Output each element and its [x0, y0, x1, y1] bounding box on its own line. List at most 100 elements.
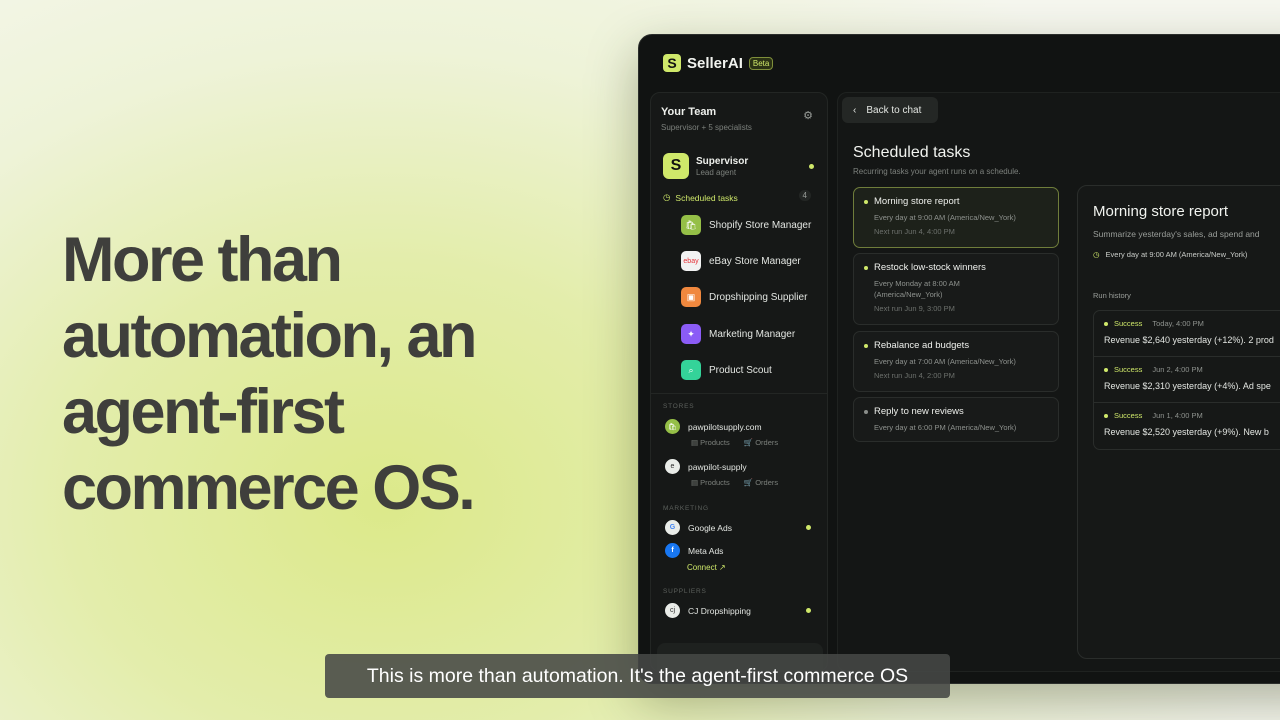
run-item[interactable]: Success Today, 4:00 PM Revenue $2,640 yes…: [1094, 311, 1280, 357]
detail-schedule-text: Every day at 9:00 AM (America/New_York): [1105, 250, 1248, 259]
specialist-label: eBay Store Manager: [709, 255, 801, 267]
megaphone-icon: ✦: [681, 324, 701, 344]
task-next-run: Next run Jun 4, 4:00 PM: [874, 227, 955, 236]
success-dot: [1104, 321, 1108, 326]
run-time: Today, 4:00 PM: [1152, 319, 1204, 328]
marketing-heading: MARKETING: [663, 505, 709, 512]
run-summary: Revenue $2,520 yesterday (+9%). New b: [1104, 427, 1269, 437]
store-name: pawpilot-supply: [688, 461, 747, 472]
specialist-product-scout[interactable]: ⌕ Product Scout: [681, 360, 772, 380]
specialist-label: Dropshipping Supplier: [709, 291, 808, 303]
run-time: Jun 1, 4:00 PM: [1152, 411, 1203, 420]
google-icon: G: [665, 520, 680, 535]
google-ads-status-dot: [806, 525, 811, 530]
specialist-label: Product Scout: [709, 364, 772, 376]
task-next-run: Next run Jun 9, 3:00 PM: [874, 304, 955, 313]
facebook-icon: f: [665, 543, 680, 558]
task-next-run: Next run Jun 4, 2:00 PM: [874, 371, 955, 380]
brand-name: SellerAI: [687, 54, 743, 72]
suppliers-heading: SUPPLIERS: [663, 588, 707, 595]
orders-link[interactable]: 🛒 Orders: [744, 438, 778, 447]
store-item[interactable]: 🛍 pawpilotsupply.com: [665, 419, 762, 434]
task-schedule: Every Monday at 8:00 AM (America/New_Yor…: [874, 279, 960, 299]
run-summary: Revenue $2,310 yesterday (+4%). Ad spe: [1104, 381, 1271, 391]
supervisor-item[interactable]: S Supervisor Lead agent: [663, 153, 748, 179]
specialist-marketing[interactable]: ✦ Marketing Manager: [681, 324, 795, 344]
detail-title: Morning store report: [1093, 203, 1229, 220]
marketing-name: Google Ads: [688, 522, 732, 533]
success-dot: [1104, 367, 1108, 372]
marketing-name: Meta Ads: [688, 545, 724, 556]
specialist-label: Marketing Manager: [709, 328, 796, 340]
detail-description: Summarize yesterday's sales, ad spend an…: [1093, 229, 1260, 239]
run-status: Success: [1114, 319, 1143, 328]
supervisor-name: Supervisor: [696, 155, 749, 167]
run-status: Success: [1114, 411, 1143, 420]
task-schedule: Every day at 7:00 AM (America/New_York): [874, 357, 1016, 366]
task-status-dot: [864, 265, 868, 270]
task-name: Morning store report: [874, 196, 960, 207]
supplier-item[interactable]: cj CJ Dropshipping: [665, 603, 751, 618]
task-card[interactable]: Reply to new reviews Every day at 6:00 P…: [853, 397, 1059, 442]
supervisor-status-dot: [809, 164, 814, 169]
store-item[interactable]: e pawpilot-supply: [665, 459, 747, 474]
ebay-icon: ebay: [681, 251, 701, 271]
task-name: Reply to new reviews: [874, 406, 964, 417]
main-panel: ‹ Back to chat Scheduled tasks Recurring…: [837, 92, 1280, 672]
marketing-item-google-ads[interactable]: G Google Ads: [665, 520, 732, 535]
specialist-dropshipping[interactable]: ▣ Dropshipping Supplier: [681, 287, 807, 307]
stores-heading: STORES: [663, 403, 695, 410]
task-name: Restock low-stock winners: [874, 262, 986, 273]
task-name: Rebalance ad budgets: [874, 340, 970, 351]
products-link[interactable]: ▤ Products: [691, 438, 730, 447]
store-links: ▤ Products 🛒 Orders: [691, 438, 778, 447]
video-caption: This is more than automation. It's the a…: [325, 654, 950, 698]
specialist-ebay[interactable]: ebay eBay Store Manager: [681, 251, 801, 271]
task-card[interactable]: Restock low-stock winners Every Monday a…: [853, 253, 1059, 325]
run-item[interactable]: Success Jun 2, 4:00 PM Revenue $2,310 yes…: [1094, 357, 1280, 403]
shopify-store-icon: 🛍: [665, 419, 680, 434]
supervisor-icon: S: [663, 153, 689, 179]
marketing-item-meta-ads[interactable]: f Meta Ads: [665, 543, 723, 558]
task-status-dot: [864, 343, 868, 348]
supplier-name: CJ Dropshipping: [688, 605, 751, 616]
clock-icon: ◷: [1093, 250, 1100, 259]
task-status-dot: [864, 199, 868, 204]
task-card[interactable]: Morning store report Every day at 9:00 A…: [853, 187, 1059, 248]
app-window: S SellerAI Beta Your Team Supervisor + 5…: [638, 34, 1280, 684]
beta-badge: Beta: [748, 56, 774, 70]
specialist-label: Shopify Store Manager: [709, 219, 812, 231]
scheduled-tasks-link[interactable]: ◷ Scheduled tasks: [663, 192, 738, 203]
products-link[interactable]: ▤ Products: [691, 478, 730, 487]
team-sidebar: Your Team Supervisor + 5 specialists ⚙ S…: [650, 92, 828, 672]
gear-icon[interactable]: ⚙: [803, 109, 813, 122]
supervisor-role: Lead agent: [696, 167, 737, 177]
run-history-label: Run history: [1093, 291, 1131, 300]
page-title: Scheduled tasks: [853, 144, 971, 161]
team-title: Your Team: [661, 106, 717, 118]
ebay-store-icon: e: [665, 459, 680, 474]
team-subtitle: Supervisor + 5 specialists: [661, 123, 752, 132]
page-subtitle: Recurring tasks your agent runs on a sch…: [853, 167, 1021, 176]
task-schedule: Every day at 6:00 PM (America/New_York): [874, 423, 1017, 432]
scheduled-tasks-count: 4: [798, 190, 811, 201]
headline: More than automation, an agent-first com…: [62, 225, 478, 523]
back-to-chat-button[interactable]: ‹ Back to chat: [842, 97, 938, 123]
cj-icon: cj: [665, 603, 680, 618]
task-schedule: Every day at 9:00 AM (America/New_York): [874, 213, 1016, 222]
run-history-list: Success Today, 4:00 PM Revenue $2,640 yes…: [1093, 310, 1280, 450]
sellerai-logo-icon: S: [663, 54, 681, 72]
success-dot: [1104, 413, 1108, 418]
orders-link[interactable]: 🛒 Orders: [744, 478, 778, 487]
task-status-dot: [864, 409, 868, 414]
box-icon: ▣: [681, 287, 701, 307]
shopify-icon: 🛍: [681, 215, 701, 235]
detail-schedule: ◷ Every day at 9:00 AM (America/New_York…: [1093, 250, 1247, 259]
store-name: pawpilotsupply.com: [688, 421, 762, 432]
task-detail-panel: Morning store report Summarize yesterday…: [1077, 185, 1280, 659]
scheduled-tasks-label: Scheduled tasks: [675, 192, 738, 203]
specialist-shopify[interactable]: 🛍 Shopify Store Manager: [681, 215, 811, 235]
connect-link[interactable]: Connect ↗: [687, 563, 726, 572]
task-card[interactable]: Rebalance ad budgets Every day at 7:00 A…: [853, 331, 1059, 392]
run-item[interactable]: Success Jun 1, 4:00 PM Revenue $2,520 yes…: [1094, 403, 1280, 449]
